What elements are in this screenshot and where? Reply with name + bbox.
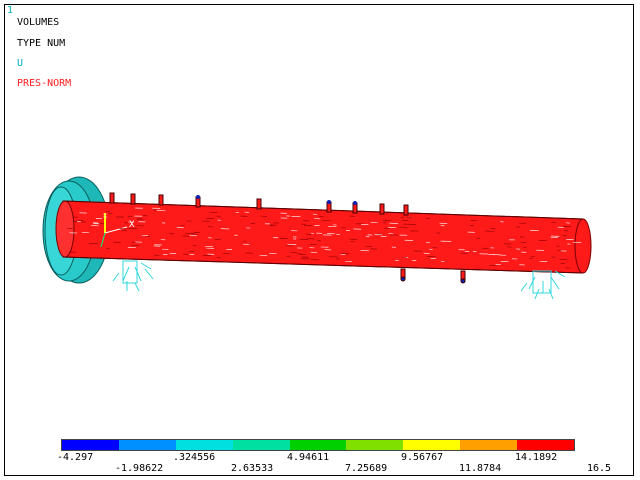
support-constraint-symbols (112, 260, 154, 292)
legend-top-label: -4.297 (57, 452, 94, 463)
nozzle-cap (353, 201, 357, 205)
model-view[interactable] (5, 5, 634, 425)
legend-swatch (346, 440, 404, 450)
legend-swatch (289, 440, 347, 450)
legend-bottom-label: -1.98622 (115, 463, 164, 474)
legend-top-label: 14.1892 (515, 452, 558, 463)
legend-swatch (175, 440, 233, 450)
pipe-start-cap (55, 200, 75, 258)
graphics-viewport[interactable]: 1 VOLUMES TYPE NUM U PRES-NORM X -4.297 … (4, 4, 634, 476)
legend-bottom-label: 7.25689 (345, 463, 388, 474)
pipe-surface (62, 200, 584, 274)
contour-legend-bar (61, 439, 575, 451)
nozzle (403, 204, 409, 216)
nozzle-cap (327, 200, 331, 204)
legend-swatch (118, 440, 176, 450)
nozzle (109, 192, 115, 204)
nozzle (130, 193, 136, 205)
legend-swatch (232, 440, 290, 450)
legend-top-label: .324556 (173, 452, 216, 463)
legend-top-label: 4.94611 (287, 452, 330, 463)
legend-swatch (62, 440, 119, 450)
nozzle (379, 203, 385, 215)
pipe-body (55, 200, 592, 274)
nozzle-cap (196, 195, 200, 199)
nozzle-caps (196, 195, 357, 205)
legend-swatch (517, 440, 575, 450)
axis-x-label: X (129, 220, 135, 230)
nozzle (158, 194, 164, 206)
legend-bottom-label: 11.8784 (459, 463, 502, 474)
support-right (520, 270, 566, 300)
support-constraint-symbols (520, 270, 566, 300)
nozzle-cap (400, 276, 406, 282)
pipe-end-cap (574, 218, 592, 274)
support-left (112, 260, 154, 292)
nozzle-cap (460, 278, 466, 284)
bottom-nozzles (400, 268, 466, 284)
legend-bottom-label: 2.63533 (231, 463, 274, 474)
legend-swatch (403, 440, 461, 450)
nozzle (256, 198, 262, 210)
legend-top-label: 9.56767 (401, 452, 444, 463)
legend-bottom-label: 16.5 (587, 463, 612, 474)
legend-swatch (460, 440, 518, 450)
